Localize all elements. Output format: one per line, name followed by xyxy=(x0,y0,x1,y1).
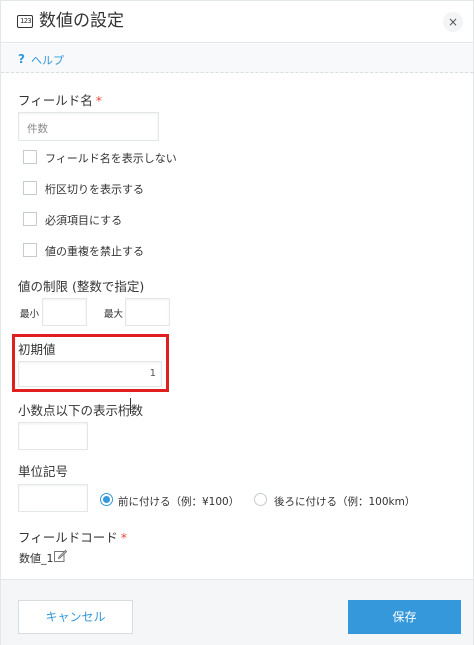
number-field-icon: 123 xyxy=(17,15,33,28)
field-name-value: 件数 xyxy=(27,123,48,135)
min-label: 最小 xyxy=(20,309,40,320)
close-icon: × xyxy=(447,15,459,29)
dialog-title: 数値の設定 xyxy=(39,11,124,31)
min-input[interactable] xyxy=(42,298,87,326)
text-cursor xyxy=(130,398,131,414)
unit-after-radio[interactable] xyxy=(254,493,267,506)
dialog-footer: キャンセル 保存 xyxy=(1,579,473,645)
field-name-input[interactable]: 件数 xyxy=(18,112,159,141)
decimal-places-label: 小数点以下の表示桁数 xyxy=(18,403,144,418)
pencil-edit-icon[interactable] xyxy=(54,549,67,562)
cancel-button[interactable]: キャンセル xyxy=(18,600,133,634)
checkbox[interactable] xyxy=(23,243,37,257)
decimal-places-input[interactable] xyxy=(18,422,88,450)
max-label: 最大 xyxy=(104,309,124,320)
help-icon[interactable]: ? xyxy=(18,52,25,66)
unit-before-label: 前に付ける（例：¥100） xyxy=(118,496,240,508)
required-mark: * xyxy=(120,530,128,545)
max-input[interactable] xyxy=(125,298,170,326)
unit-input[interactable] xyxy=(18,484,88,512)
unit-before-radio[interactable] xyxy=(100,493,113,506)
save-button[interactable]: 保存 xyxy=(348,600,461,634)
checkbox[interactable] xyxy=(23,150,37,164)
checkbox[interactable] xyxy=(23,181,37,195)
dialog-header: 123 数値の設定 × xyxy=(1,1,473,43)
field-code-label: フィールドコード * xyxy=(18,530,128,545)
highlight-box xyxy=(12,334,169,392)
field-code-value: 数値_1 xyxy=(19,552,54,565)
number-settings-dialog: 123 数値の設定 × ? ヘルプ フィールド名 * 件数 フィールド名を表示しな… xyxy=(0,0,474,645)
required-mark: * xyxy=(95,93,103,108)
unit-after-label: 後ろに付ける（例：100km） xyxy=(274,496,416,508)
help-link[interactable]: ヘルプ xyxy=(31,52,64,68)
value-limit-label: 値の制限 (整数で指定) xyxy=(18,279,145,294)
field-name-label: フィールド名 * xyxy=(18,93,103,108)
checkbox[interactable] xyxy=(23,212,37,226)
close-button[interactable]: × xyxy=(443,12,463,32)
unit-label: 単位記号 xyxy=(18,464,69,479)
help-bar: ? ヘルプ xyxy=(1,44,473,73)
